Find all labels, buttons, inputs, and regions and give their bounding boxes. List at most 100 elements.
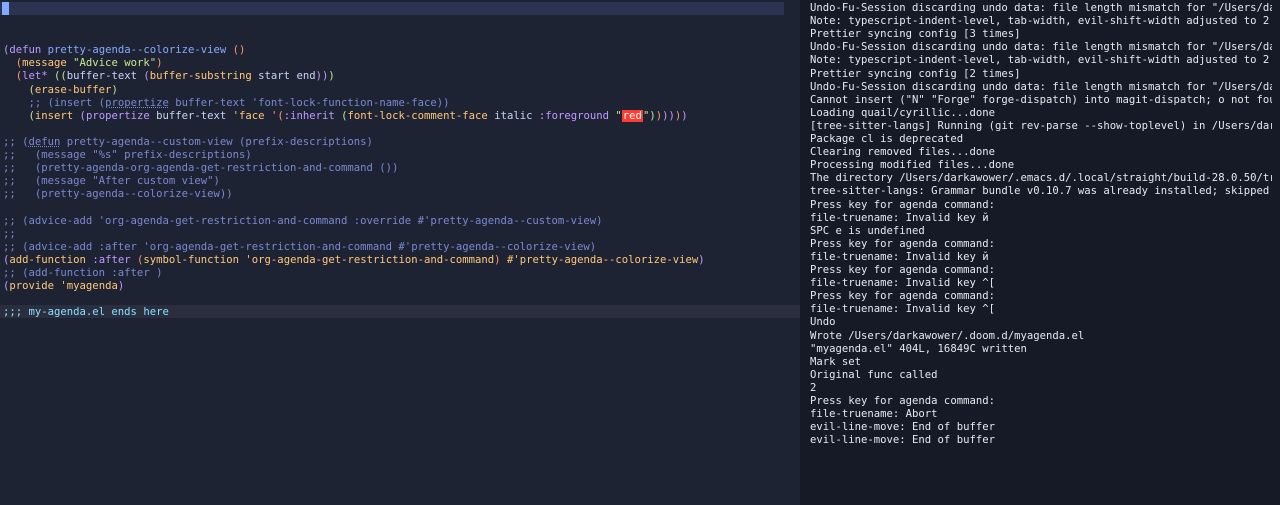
code-token: defun xyxy=(28,136,61,148)
code-token: let* xyxy=(22,70,55,82)
code-token: symbol-function xyxy=(143,254,246,266)
code-token: () xyxy=(232,44,246,56)
code-line[interactable]: ;; xyxy=(3,228,16,241)
message-line: Cannot insert ("N" "Forge" forge-dispatc… xyxy=(810,94,1272,106)
code-line[interactable]: (add-function :after (symbol-function 'o… xyxy=(3,254,705,267)
message-line: file-truename: Invalid key ^[ xyxy=(810,277,995,289)
code-token: ) xyxy=(681,110,688,122)
code-line[interactable]: ;; (pretty-agenda--colorize-view)) xyxy=(3,188,233,201)
code-token: propertize xyxy=(105,97,169,109)
message-line: "myagenda.el" 404L, 16849C written xyxy=(810,343,1027,355)
code-line[interactable]: ;; (insert (propertize buffer-text 'font… xyxy=(3,97,450,110)
code-token: " xyxy=(615,110,622,122)
message-line: tree-sitter-langs: Grammar bundle v0.10.… xyxy=(810,185,1270,197)
message-line: Package cl is deprecated xyxy=(810,133,964,145)
message-line: Undo-Fu-Session discarding undo data: fi… xyxy=(810,41,1272,53)
code-token: :after xyxy=(92,254,137,266)
code-line[interactable]: (message "Advice work") xyxy=(3,57,163,70)
text-cursor xyxy=(2,2,9,15)
code-token: ( xyxy=(3,84,35,96)
code-token: red xyxy=(621,110,643,122)
code-token: propertize xyxy=(85,110,157,122)
code-token: 'myagenda xyxy=(60,280,118,292)
message-line: Press key for agenda command: xyxy=(810,395,995,407)
code-token: :foreground xyxy=(538,110,616,122)
code-token: erase-buffer xyxy=(34,84,112,96)
message-line: The directory /Users/darkawower/.emacs.d… xyxy=(810,172,1272,184)
message-line: evil-line-move: End of buffer xyxy=(810,434,995,446)
message-line: Press key for agenda command: xyxy=(810,290,995,302)
message-line: file-truename: Invalid key й xyxy=(810,212,989,224)
code-token: ( xyxy=(3,110,35,122)
message-line: Prettier syncing config [2 times] xyxy=(810,68,1021,80)
message-line: file-truename: Abort xyxy=(810,408,938,420)
message-line: Press key for agenda command: xyxy=(810,199,995,211)
code-line[interactable]: ;; (add-function :after ) xyxy=(3,267,162,280)
code-token: buffer-text 'font-lock-function-name-fac… xyxy=(168,97,450,109)
code-token: buffer-text xyxy=(156,110,233,122)
message-line: Note: typescript-indent-level, tab-width… xyxy=(810,54,1270,66)
code-token: 'face xyxy=(232,110,271,122)
code-token: ;; ( xyxy=(3,136,29,148)
code-token: ( xyxy=(3,57,23,69)
code-token: add-function xyxy=(9,254,93,266)
code-token: ;; (add-function :after ) xyxy=(3,267,163,279)
code-token: italic xyxy=(494,110,539,122)
message-line: Clearing removed files...done xyxy=(810,146,995,158)
code-token: ) xyxy=(117,280,125,292)
code-token: :inherit xyxy=(283,110,342,122)
message-line: Prettier syncing config [3 times] xyxy=(810,28,1021,40)
message-line: Undo-Fu-Session discarding undo data: fi… xyxy=(810,2,1272,14)
code-line[interactable]: ;; (message "After custom view") xyxy=(3,175,220,188)
message-line: file-truename: Invalid key й xyxy=(810,251,989,263)
code-token: start end xyxy=(258,70,316,82)
code-token: "Advice work" xyxy=(73,57,157,69)
code-editor-pane[interactable]: (defun pretty-agenda--colorize-view () (… xyxy=(0,0,800,505)
message-line: 2 xyxy=(810,382,817,394)
code-line[interactable]: ;; (advice-add :after 'org-agenda-get-re… xyxy=(3,241,596,254)
code-token: )) xyxy=(662,110,675,122)
code-token: ;; (advice-add 'org-agenda-get-restricti… xyxy=(3,215,603,227)
code-token: ;;; my-agenda.el ends here xyxy=(3,306,169,318)
message-line: Loading quail/cyrillic...done xyxy=(810,107,995,119)
code-token: ) xyxy=(698,254,705,266)
code-line[interactable]: (let* ((buffer-text (buffer-substring st… xyxy=(3,70,335,83)
code-token: ;; (message "After custom view") xyxy=(3,175,220,187)
code-token: ;; (pretty-agenda--colorize-view)) xyxy=(3,188,233,200)
code-token: buffer-text xyxy=(66,70,144,82)
message-line: Press key for agenda command: xyxy=(810,264,995,276)
message-line: [tree-sitter-langs] Running (git rev-par… xyxy=(810,120,1272,132)
code-token: ;; (advice-add :after 'org-agenda-get-re… xyxy=(3,241,597,253)
code-token: ( xyxy=(3,70,23,82)
code-token: insert xyxy=(34,110,80,122)
code-line[interactable]: (insert (propertize buffer-text 'face '(… xyxy=(3,110,688,123)
code-token: ) xyxy=(156,57,163,69)
message-line: Press key for agenda command: xyxy=(810,238,995,250)
code-token: )) xyxy=(315,70,329,82)
code-token: font-lock-comment-face xyxy=(347,110,495,122)
code-line[interactable]: (provide 'myagenda) xyxy=(3,280,124,293)
code-token: ;; (pretty-agenda-org-agenda-get-restric… xyxy=(3,162,399,174)
code-line[interactable]: (erase-buffer) xyxy=(3,84,118,97)
code-token: provide xyxy=(9,280,61,292)
code-line[interactable]: ;; (pretty-agenda-org-agenda-get-restric… xyxy=(3,162,398,175)
code-token: ) xyxy=(328,70,335,82)
code-token: defun xyxy=(9,44,48,56)
code-line[interactable]: (defun pretty-agenda--colorize-view () xyxy=(3,44,245,57)
message-line: Note: typescript-indent-level, tab-width… xyxy=(810,15,1270,27)
code-line[interactable]: ;; (message "%s" prefix-descriptions) xyxy=(3,149,252,162)
code-token: '( xyxy=(270,110,284,122)
message-line: Wrote /Users/darkawower/.doom.d/myagenda… xyxy=(810,330,1085,342)
message-line: evil-line-move: End of buffer xyxy=(810,421,995,433)
message-line: Undo-Fu-Session discarding undo data: fi… xyxy=(810,81,1272,93)
code-token: (( xyxy=(54,70,67,82)
code-token: ;; xyxy=(3,228,16,240)
message-line: Undo xyxy=(810,316,836,328)
message-line: Original func called xyxy=(810,369,938,381)
code-token: buffer-substring xyxy=(149,70,259,82)
code-line[interactable]: ;;; my-agenda.el ends here xyxy=(3,306,169,319)
code-token: ) xyxy=(111,84,118,96)
code-line[interactable]: ;; (advice-add 'org-agenda-get-restricti… xyxy=(3,215,603,228)
message-line: file-truename: Invalid key ^[ xyxy=(810,303,995,315)
code-line[interactable]: ;; (defun pretty-agenda--custom-view (pr… xyxy=(3,136,373,149)
